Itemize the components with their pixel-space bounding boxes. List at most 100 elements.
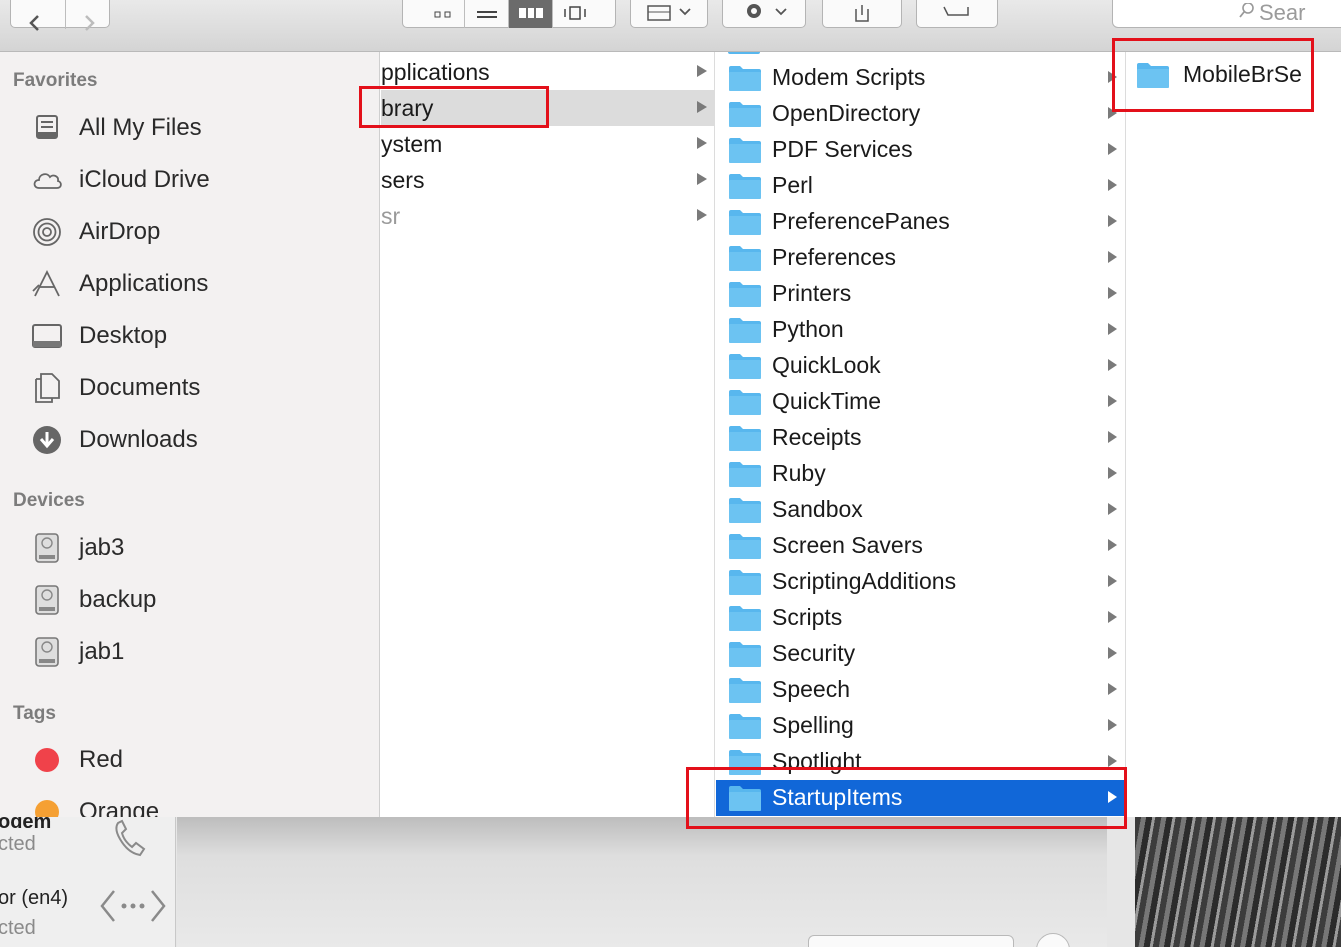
tag-color-dot	[35, 800, 59, 817]
row-label: Perl	[772, 172, 813, 198]
column1-row-system[interactable]: ystem	[381, 126, 714, 162]
icon-view-button[interactable]	[421, 0, 465, 28]
list-view-button[interactable]	[465, 0, 509, 28]
network-detail-pane	[177, 817, 1107, 947]
folder-icon	[728, 316, 762, 349]
nav-buttons	[10, 0, 110, 31]
sidebar-item-applications[interactable]: Applications	[0, 264, 379, 304]
highlight-startupitems	[686, 767, 1127, 829]
column2-row-scripts[interactable]: Scripts	[716, 600, 1125, 636]
column2-row-spelling[interactable]: Spelling	[716, 708, 1125, 744]
sidebar-item-jab1[interactable]: jab1	[0, 632, 379, 672]
column2-row-printers[interactable]: Printers	[716, 276, 1125, 313]
sidebar-item-desktop[interactable]: Desktop	[0, 316, 379, 356]
column1-row-usr[interactable]: sr	[381, 198, 714, 234]
sidebar-item-tag-orange[interactable]: Orange	[0, 792, 379, 817]
search-field[interactable]: Sear	[1112, 0, 1341, 28]
nav-divider	[65, 0, 66, 29]
back-icon[interactable]	[25, 3, 45, 33]
column2-row-opendirectory[interactable]: OpenDirectory	[716, 96, 1125, 132]
arrange-button[interactable]	[630, 0, 708, 28]
all-files-icon	[30, 111, 64, 145]
advanced-button[interactable]	[808, 935, 1014, 947]
row-label: Printers	[772, 280, 852, 306]
disclosure-arrow-icon	[1108, 503, 1117, 515]
sidebar-item-downloads[interactable]: Downloads	[0, 420, 379, 460]
sidebar-item-label: Desktop	[79, 322, 168, 349]
sidebar: Favorites All My Files iCloud Drive AirD…	[0, 52, 380, 817]
row-label: Spelling	[772, 712, 854, 738]
disclosure-arrow-icon	[1108, 395, 1117, 407]
column1-row-applications[interactable]: pplications	[381, 54, 714, 90]
column-view-icon	[518, 8, 543, 18]
sidebar-item-documents[interactable]: Documents	[0, 368, 379, 408]
column2-row-perl[interactable]: Perl	[716, 168, 1125, 204]
row-label: Ruby	[772, 460, 826, 486]
row-label: pplications	[381, 59, 490, 85]
folder-icon	[728, 532, 762, 565]
column-view-button[interactable]	[509, 0, 553, 28]
background-window: odem cted or (en4) cted	[0, 817, 1341, 947]
folder-icon	[728, 244, 762, 277]
column2-row-modem-scripts[interactable]: Modem Scripts	[716, 60, 1125, 96]
column2-row-security[interactable]: Security	[716, 636, 1125, 673]
column2-row-quicktime[interactable]: QuickTime	[716, 384, 1125, 421]
row-label: Speech	[772, 676, 851, 702]
row-label: PreferencePanes	[772, 208, 950, 234]
share-button[interactable]	[822, 0, 902, 28]
cover-flow-button[interactable]	[553, 0, 597, 28]
sidebar-item-jab3[interactable]: jab3	[0, 528, 379, 568]
column2-row-speech[interactable]: Speech	[716, 672, 1125, 708]
column2-row-ruby[interactable]: Ruby	[716, 456, 1125, 492]
row-label: ystem	[381, 131, 443, 157]
highlight-library	[359, 86, 549, 128]
disclosure-arrow-icon	[1108, 539, 1117, 551]
column2-row-screen-savers[interactable]: Screen Savers	[716, 528, 1125, 565]
forward-icon[interactable]	[79, 3, 99, 33]
row-label: sers	[381, 167, 425, 193]
sidebar-item-icloud-drive[interactable]: iCloud Drive	[0, 160, 379, 200]
column2-row-quicklook[interactable]: QuickLook	[716, 348, 1125, 384]
sidebar-item-airdrop[interactable]: AirDrop	[0, 212, 379, 252]
column2-row-preferencepanes[interactable]: PreferencePanes	[716, 204, 1125, 240]
sidebar-item-label: backup	[79, 586, 157, 613]
partial-row-above	[728, 52, 760, 56]
disclosure-arrow-icon	[1108, 719, 1117, 731]
search-icon	[1239, 2, 1255, 24]
column2-row-sandbox[interactable]: Sandbox	[716, 492, 1125, 528]
browser-column-library: Modem Scripts OpenDirectory PDF Services Pe…	[716, 52, 1126, 817]
gear-icon	[747, 4, 787, 18]
service-status: cted	[0, 833, 36, 855]
disclosure-arrow-icon	[1108, 287, 1117, 299]
folder-icon	[728, 640, 762, 673]
desktop-wallpaper	[1135, 817, 1341, 947]
column1-row-users[interactable]: sers	[381, 162, 714, 198]
sidebar-item-tag-red[interactable]: Red	[0, 740, 379, 780]
action-button[interactable]	[722, 0, 806, 28]
row-label: Receipts	[772, 424, 862, 450]
sidebar-item-label: jab1	[79, 638, 125, 665]
row-label: Preferences	[772, 244, 897, 270]
folder-icon	[728, 280, 762, 313]
folder-icon	[728, 568, 762, 601]
share-icon	[855, 5, 869, 22]
browser-column-root: pplications brary ystem sers sr	[381, 52, 715, 817]
airdrop-icon	[30, 215, 64, 249]
disclosure-arrow-icon	[1108, 467, 1117, 479]
red-tag-icon	[30, 743, 64, 777]
sidebar-item-label: Red	[79, 746, 124, 773]
disk-icon	[30, 583, 64, 617]
column2-row-receipts[interactable]: Receipts	[716, 420, 1125, 456]
column2-row-scriptingadditions[interactable]: ScriptingAdditions	[716, 564, 1125, 601]
folder-icon	[728, 136, 762, 169]
column2-row-pdf-services[interactable]: PDF Services	[716, 132, 1125, 169]
sidebar-item-label: Applications	[79, 270, 209, 297]
column2-row-python[interactable]: Python	[716, 312, 1125, 349]
ethernet-icon	[100, 885, 166, 932]
tag-button[interactable]	[916, 0, 998, 28]
column2-row-preferences[interactable]: Preferences	[716, 240, 1125, 277]
row-label: Python	[772, 316, 844, 342]
sidebar-item-all-my-files[interactable]: All My Files	[0, 108, 379, 148]
folder-icon	[728, 388, 762, 421]
sidebar-item-backup[interactable]: backup	[0, 580, 379, 620]
